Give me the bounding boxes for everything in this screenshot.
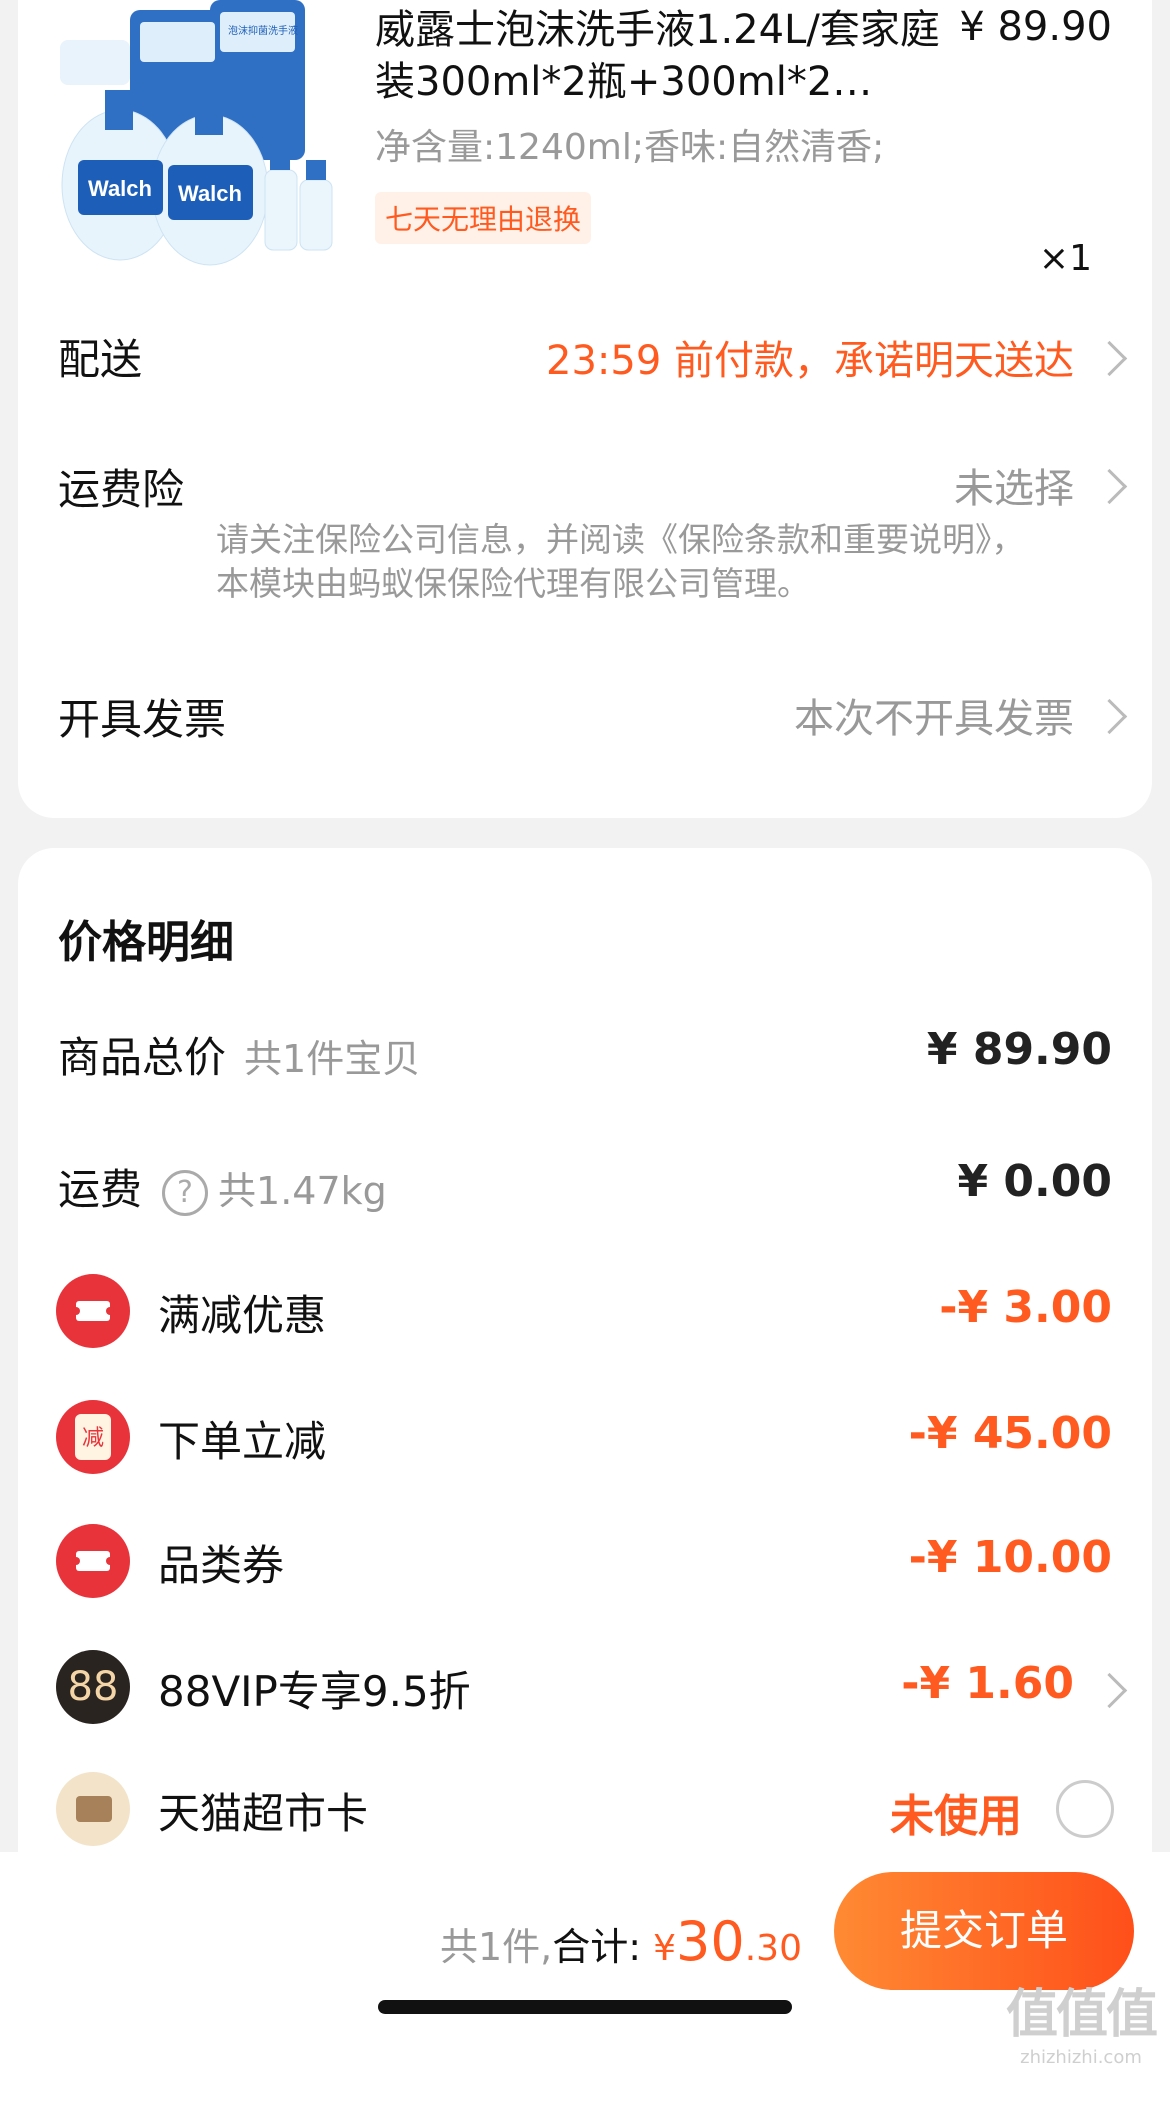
watermark: 值值值 zhizhizhi.com (1006, 1972, 1158, 2068)
question-icon[interactable]: ? (162, 1169, 209, 1216)
watermark-logo: 值值值 (1006, 1985, 1158, 2045)
chevron-right-icon (1091, 468, 1128, 505)
invoice-label: 开具发票 (58, 695, 227, 744)
total-label: 合计: (552, 1925, 642, 1969)
insurance-label: 运费险 (58, 465, 185, 514)
product-spec[interactable]: 净含量:1240ml;香味:自然清香; (375, 118, 884, 170)
product-title[interactable]: 威露士泡沫洗手液1.24L/套家庭装300ml*2瓶+300ml*2… (375, 4, 945, 108)
supermarket-card-value: 未使用 (890, 1791, 1022, 1842)
product-quantity: ×1 (1038, 238, 1092, 279)
product-price: ¥ 89.90 (959, 4, 1112, 50)
discount-label: 品类券 (158, 1541, 285, 1590)
delivery-value: 23:59 前付款，承诺明天送达 (546, 338, 1074, 384)
home-indicator[interactable] (378, 2000, 792, 2014)
discount-value: -¥ 45.00 (908, 1408, 1112, 1459)
goods-total-row: 商品总价 共1件宝贝 (58, 1024, 420, 1085)
currency-symbol: ¥ (653, 1928, 677, 1969)
vip-discount-label[interactable]: 88VIP专享9.5折 (158, 1658, 471, 1719)
pack-label: 泡沫抑菌洗手液 (228, 24, 298, 37)
supermarket-card-radio[interactable] (1056, 1780, 1114, 1838)
vip-icon: 88 (56, 1650, 130, 1724)
chevron-right-icon (1091, 340, 1128, 377)
chevron-right-icon (1091, 698, 1128, 735)
insurance-note: 请关注保险公司信息，并阅读《保险条款和重要说明》，本模块由蚂蚁保保险代理有限公司… (216, 520, 1025, 603)
goods-total-label: 商品总价 (58, 1033, 227, 1082)
chevron-right-icon[interactable] (1091, 1672, 1128, 1709)
discount-value: -¥ 10.00 (908, 1532, 1112, 1583)
vip-discount-value[interactable]: -¥ 1.60 (901, 1658, 1074, 1709)
total-decimal: .30 (744, 1928, 802, 1969)
invoice-value: 本次不开具发票 (794, 696, 1074, 742)
return-policy-tag: 七天无理由退换 (375, 192, 592, 244)
order-card: Walch Walch 泡沫抑菌洗手液 威露士泡沫洗手液1.24L/套家庭装30… (18, 0, 1152, 818)
card-icon (56, 1772, 130, 1846)
goods-count: 共1件宝贝 (244, 1037, 421, 1081)
watermark-url: zhizhizhi.com (1020, 2047, 1142, 2068)
total-integer: 30 (676, 1910, 745, 1973)
redbag-icon: 减 (56, 1400, 130, 1474)
item-count: 共1件, (439, 1925, 553, 1969)
brand-label: Walch (178, 181, 242, 206)
order-total: 共1件,合计: ¥30.30 (440, 1910, 802, 1973)
price-detail-title: 价格明细 (58, 917, 234, 968)
insurance-value: 未选择 (954, 466, 1074, 512)
shipping-row: 运费? 共1.47kg (58, 1156, 387, 1217)
goods-total-value: ¥ 89.90 (926, 1024, 1112, 1075)
shipping-value: ¥ 0.00 (957, 1156, 1113, 1207)
discount-label: 下单立减 (158, 1417, 327, 1466)
delivery-label: 配送 (58, 335, 143, 384)
brand-label: Walch (88, 176, 152, 201)
supermarket-card-label: 天猫超市卡 (158, 1789, 369, 1838)
product-image[interactable]: Walch Walch 泡沫抑菌洗手液 (60, 0, 350, 270)
shipping-label: 运费 (58, 1165, 143, 1214)
checkout-bar: 共1件,合计: ¥30.30 提交订单 (0, 1852, 1170, 2116)
ticket-icon (56, 1274, 130, 1348)
discount-value: -¥ 3.00 (939, 1282, 1112, 1333)
price-detail-card: 价格明细 商品总价 共1件宝贝 ¥ 89.90 运费? 共1.47kg ¥ 0.00… (18, 848, 1152, 1948)
discount-label: 满减优惠 (158, 1291, 327, 1340)
shipping-weight: 共1.47kg (218, 1169, 387, 1213)
ticket-icon (56, 1524, 130, 1598)
